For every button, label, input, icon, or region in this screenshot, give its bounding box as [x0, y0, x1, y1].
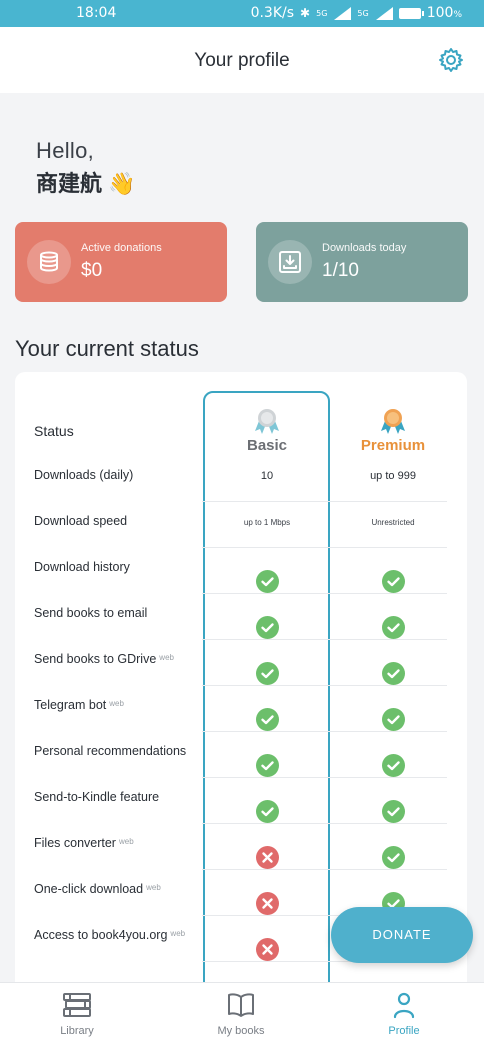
status-icons: 0.3K/s ✱ 5G 5G 100% — [251, 5, 462, 21]
downloads-today-card[interactable]: Downloads today 1/10 — [256, 222, 468, 302]
feature-row: Download speed up to 1 Mbps Unrestricted — [15, 502, 467, 548]
premium-value: Unrestricted — [371, 518, 415, 527]
battery-icon — [398, 7, 424, 19]
premium-plan-label: Premium — [360, 437, 426, 454]
web-only-tag: web — [159, 653, 174, 662]
feature-row: Files converter web — [15, 824, 467, 870]
web-only-tag: web — [118, 837, 134, 846]
status-comparison-table: Status Basic Premium Downloads (daily) 10… — [15, 372, 467, 992]
feature-label: Send-to-Kindle feature — [34, 790, 159, 804]
signal-icon-2 — [375, 6, 393, 20]
gold-medal-icon — [381, 409, 405, 434]
feature-name: Send books to email — [34, 606, 148, 620]
feature-label: Send books to GDrive web — [34, 652, 174, 666]
signal-icon — [333, 6, 352, 20]
feature-name: Send-to-Kindle feature — [34, 790, 160, 804]
web-only-tag: web — [146, 883, 161, 892]
section-title: Your current status — [15, 336, 199, 361]
donate-button[interactable]: DONATE — [331, 907, 473, 963]
nav-my-books[interactable]: My books — [186, 991, 296, 1037]
web-only-tag: web — [170, 929, 186, 938]
user-name-line: 商建航 👋 — [36, 166, 135, 198]
feature-label: One-click download web — [34, 882, 161, 896]
nav-library[interactable]: Library — [22, 991, 132, 1037]
download-tray-icon — [268, 240, 312, 284]
open-book-icon — [228, 993, 254, 1017]
feature-row: Download history — [15, 548, 467, 594]
feature-row: Send books to GDrive web — [15, 640, 467, 686]
web-only-tag: web — [109, 699, 124, 708]
silver-medal-icon — [255, 409, 279, 434]
donations-value: $0 — [81, 260, 103, 281]
feature-name: Download history — [34, 560, 130, 574]
basic-plan-header: Basic — [207, 407, 327, 454]
feature-label: Downloads (daily) — [34, 468, 133, 482]
feature-label: Download speed — [34, 514, 127, 528]
profile-person-icon — [393, 992, 415, 1019]
feature-row: Personal recommendations — [15, 732, 467, 778]
premium-plan-header: Premium — [333, 407, 453, 454]
feature-name: One-click download — [34, 882, 144, 896]
feature-name: Personal recommendations — [34, 744, 187, 758]
feature-label: Send books to email — [34, 606, 147, 620]
greeting-hello: Hello, — [36, 138, 95, 163]
clock: 18:04 — [76, 5, 117, 21]
feature-name: Access to book4you.org — [34, 928, 168, 942]
feature-label: Access to book4you.org web — [34, 928, 185, 942]
nav-profile[interactable]: Profile — [349, 991, 459, 1037]
feature-label: Personal recommendations — [34, 744, 186, 758]
waving-hand-icon: 👋 — [108, 171, 136, 196]
feature-row: Send books to email — [15, 594, 467, 640]
feature-label: Telegram bot web — [34, 698, 124, 712]
donations-label: Active donations — [81, 242, 162, 254]
bluetooth-icon: ✱ — [300, 6, 311, 20]
feature-name: Send books to GDrive — [34, 652, 157, 666]
feature-label: Files converter web — [34, 836, 134, 850]
status-bar: 18:04 0.3K/s ✱ 5G 5G 100% — [0, 0, 484, 27]
downloads-value: 1/10 — [322, 260, 359, 281]
feature-name: Telegram bot — [34, 698, 107, 712]
coins-icon — [27, 240, 71, 284]
library-icon — [63, 993, 91, 1017]
bottom-navigation: Library My books Profile — [0, 982, 484, 1045]
cell-5g-label-2: 5G — [357, 8, 369, 18]
nav-profile-label: Profile — [388, 1025, 420, 1037]
settings-gear-icon[interactable] — [438, 47, 464, 73]
top-app-bar: Your profile — [0, 27, 484, 93]
feature-row: Downloads (daily) 10 up to 999 — [15, 456, 467, 502]
premium-value: up to 999 — [370, 470, 416, 482]
battery-level: 100% — [426, 5, 462, 21]
downloads-label: Downloads today — [322, 242, 407, 254]
feature-name: Files converter — [34, 836, 116, 850]
page-title: Your profile — [194, 50, 290, 71]
feature-name: Download speed — [34, 514, 128, 528]
user-name: 商建航 — [36, 171, 103, 196]
basic-value: 10 — [260, 470, 274, 482]
cell-5g-label: 5G — [316, 8, 328, 18]
network-speed: 0.3K/s — [250, 5, 295, 21]
nav-my-books-label: My books — [217, 1025, 265, 1037]
status-header-label: Status — [34, 423, 74, 439]
basic-plan-label: Basic — [246, 437, 288, 454]
feature-name: Downloads (daily) — [34, 468, 134, 482]
basic-value: up to 1 Mbps — [243, 518, 291, 527]
feature-row: Send-to-Kindle feature — [15, 778, 467, 824]
nav-library-label: Library — [60, 1025, 94, 1037]
feature-label: Download history — [34, 560, 130, 574]
active-donations-card[interactable]: Active donations $0 — [15, 222, 227, 302]
feature-row: Telegram bot web — [15, 686, 467, 732]
